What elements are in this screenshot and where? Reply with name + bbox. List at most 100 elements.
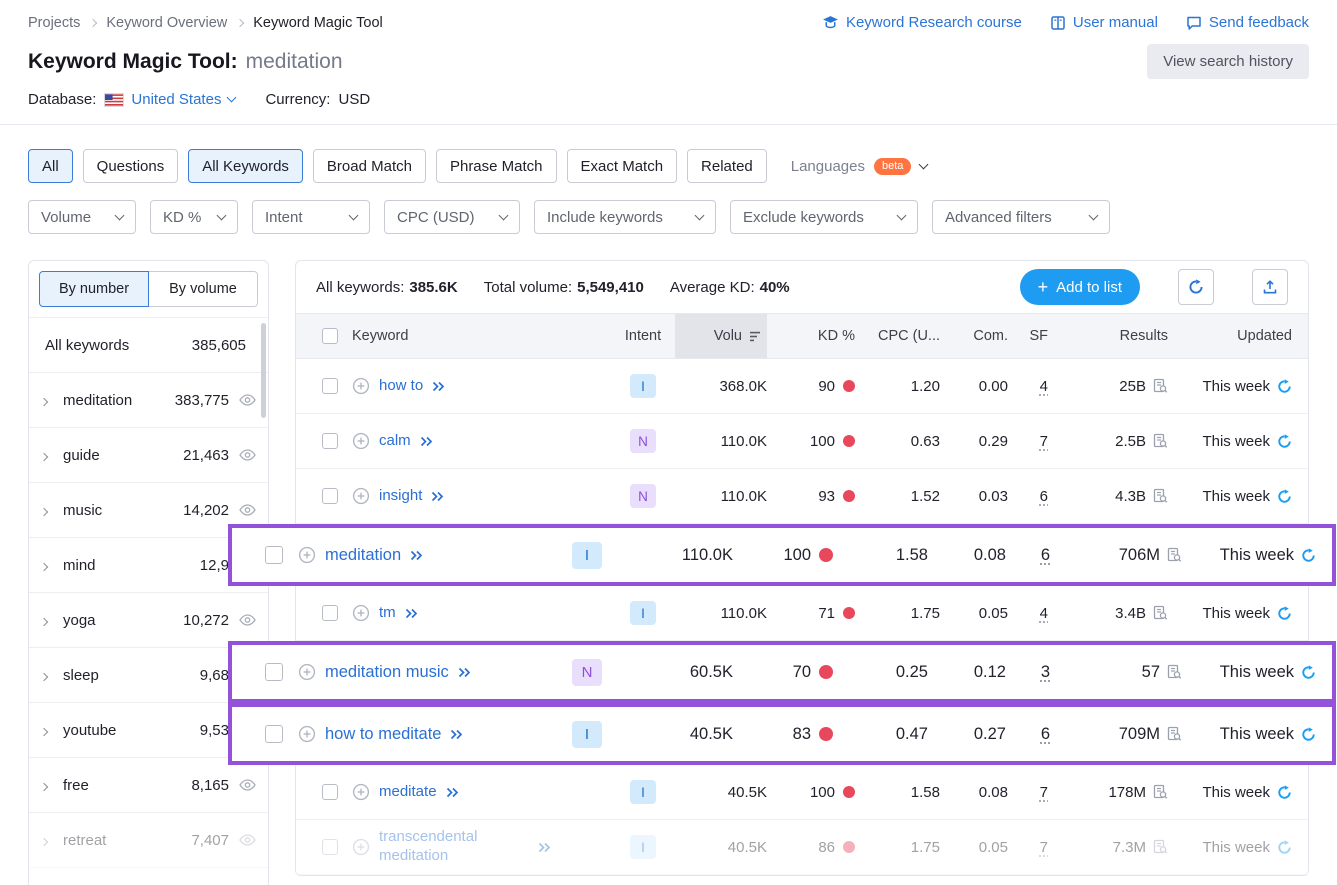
refresh-metrics-icon[interactable] [1277, 606, 1292, 621]
tab-related[interactable]: Related [687, 149, 767, 183]
add-keyword-to-list-icon[interactable] [352, 838, 370, 856]
tab-broad-match[interactable]: Broad Match [313, 149, 426, 183]
by-volume-button[interactable]: By volume [149, 271, 258, 307]
volume-filter[interactable]: Volume [28, 200, 136, 234]
row-checkbox[interactable] [322, 784, 338, 800]
eye-icon[interactable] [239, 504, 256, 516]
sidebar-scrollbar[interactable] [261, 323, 266, 418]
add-keyword-to-list-icon[interactable] [352, 377, 370, 395]
column-header-cpc[interactable]: CPC (U... [855, 328, 940, 344]
keyword-group-row[interactable]: meditation 383,775 [29, 373, 268, 428]
serp-features-count[interactable]: 3 [1041, 663, 1050, 681]
intent-filter[interactable]: Intent [252, 200, 370, 234]
add-keyword-to-list-icon[interactable] [352, 487, 370, 505]
add-keyword-to-list-icon[interactable] [298, 725, 316, 743]
refresh-metrics-icon[interactable] [1277, 434, 1292, 449]
column-header-sf[interactable]: SF [1008, 328, 1048, 344]
refresh-metrics-icon[interactable] [1301, 665, 1316, 680]
column-header-intent[interactable]: Intent [611, 328, 675, 344]
expand-keyword-icon[interactable] [450, 729, 463, 740]
add-keyword-to-list-icon[interactable] [298, 663, 316, 681]
refresh-metrics-icon[interactable] [1277, 489, 1292, 504]
add-keyword-to-list-icon[interactable] [298, 546, 316, 564]
view-search-history-button[interactable]: View search history [1147, 44, 1309, 79]
serp-preview-icon[interactable] [1152, 784, 1168, 800]
expand-keyword-icon[interactable] [458, 667, 471, 678]
row-checkbox[interactable] [322, 839, 338, 855]
tab-exact-match[interactable]: Exact Match [567, 149, 678, 183]
expand-group-control[interactable] [41, 557, 63, 574]
advanced-filters[interactable]: Advanced filters [932, 200, 1110, 234]
expand-group-control[interactable] [41, 612, 63, 629]
keyword-link[interactable]: how to meditate [325, 724, 441, 745]
serp-preview-icon[interactable] [1152, 378, 1168, 394]
expand-group-control[interactable] [41, 447, 63, 464]
add-keyword-to-list-icon[interactable] [352, 432, 370, 450]
refresh-metrics-icon[interactable] [1277, 840, 1292, 855]
serp-preview-icon[interactable] [1166, 726, 1182, 742]
keyword-link[interactable]: transcendental meditation [379, 828, 529, 866]
row-checkbox[interactable] [265, 725, 283, 743]
refresh-metrics-icon[interactable] [1277, 379, 1292, 394]
user-manual-link[interactable]: User manual [1050, 14, 1158, 31]
keyword-link[interactable]: meditate [379, 783, 437, 802]
keyword-link[interactable]: meditation [325, 545, 401, 566]
keyword-link[interactable]: calm [379, 432, 411, 451]
tab-all[interactable]: All [28, 149, 73, 183]
expand-group-control[interactable] [41, 667, 63, 684]
include-keywords-filter[interactable]: Include keywords [534, 200, 716, 234]
tab-all-keywords[interactable]: All Keywords [188, 149, 303, 183]
eye-icon[interactable] [239, 834, 256, 846]
expand-group-control[interactable] [41, 392, 63, 409]
expand-group-control[interactable] [41, 502, 63, 519]
row-checkbox[interactable] [265, 546, 283, 564]
add-keyword-to-list-icon[interactable] [352, 783, 370, 801]
row-checkbox[interactable] [322, 378, 338, 394]
add-to-list-button[interactable]: + Add to list [1020, 269, 1140, 305]
refresh-metrics-icon[interactable] [1301, 548, 1316, 563]
row-checkbox[interactable] [322, 605, 338, 621]
send-feedback-link[interactable]: Send feedback [1186, 14, 1309, 31]
keyword-link[interactable]: insight [379, 487, 422, 506]
tab-phrase-match[interactable]: Phrase Match [436, 149, 557, 183]
languages-dropdown[interactable]: Languages beta [791, 158, 928, 175]
serp-preview-icon[interactable] [1166, 547, 1182, 563]
keyword-link[interactable]: meditation music [325, 662, 449, 683]
cpc-filter[interactable]: CPC (USD) [384, 200, 520, 234]
eye-icon[interactable] [239, 394, 256, 406]
expand-keyword-icon[interactable] [432, 381, 445, 392]
expand-keyword-icon[interactable] [405, 608, 418, 619]
expand-keyword-icon[interactable] [410, 550, 423, 561]
keyword-group-row[interactable]: free 8,165 [29, 758, 268, 813]
serp-preview-icon[interactable] [1152, 605, 1168, 621]
serp-features-count[interactable]: 7 [1040, 433, 1048, 450]
serp-preview-icon[interactable] [1152, 839, 1168, 855]
expand-group-control[interactable] [41, 722, 63, 739]
by-number-button[interactable]: By number [39, 271, 149, 307]
keyword-link[interactable]: how to [379, 377, 423, 396]
column-header-updated[interactable]: Updated [1168, 328, 1308, 344]
exclude-keywords-filter[interactable]: Exclude keywords [730, 200, 918, 234]
expand-keyword-icon[interactable] [431, 491, 444, 502]
column-header-volume[interactable]: Volu [675, 314, 767, 358]
keyword-research-course-link[interactable]: Keyword Research course [822, 14, 1022, 31]
column-header-kd[interactable]: KD % [767, 328, 855, 344]
refresh-table-button[interactable] [1178, 269, 1214, 305]
serp-preview-icon[interactable] [1166, 664, 1182, 680]
row-checkbox[interactable] [322, 488, 338, 504]
tab-questions[interactable]: Questions [83, 149, 179, 183]
expand-group-control[interactable] [41, 832, 63, 849]
column-header-keyword[interactable]: Keyword [352, 328, 611, 344]
export-button[interactable] [1252, 269, 1288, 305]
select-all-checkbox[interactable] [322, 328, 338, 344]
breadcrumb-keyword-overview[interactable]: Keyword Overview [106, 15, 227, 31]
serp-features-count[interactable]: 6 [1041, 546, 1050, 564]
keyword-group-row[interactable]: retreat 7,407 [29, 813, 268, 868]
serp-features-count[interactable]: 7 [1040, 784, 1048, 801]
expand-keyword-icon[interactable] [538, 842, 551, 853]
serp-features-count[interactable]: 7 [1040, 839, 1048, 856]
serp-features-count[interactable]: 6 [1041, 725, 1050, 743]
kd-filter[interactable]: KD % [150, 200, 238, 234]
add-keyword-to-list-icon[interactable] [352, 604, 370, 622]
row-checkbox[interactable] [265, 663, 283, 681]
